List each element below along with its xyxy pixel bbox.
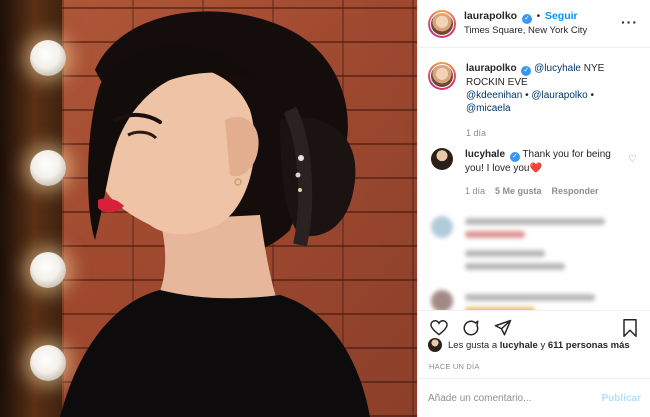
caption-time[interactable]: 1 día xyxy=(466,127,486,140)
reply-body: lucyhale ✓ Thank you for being you! I lo… xyxy=(465,148,625,198)
more-options-icon[interactable]: ··· xyxy=(621,14,638,30)
blurred-body xyxy=(465,290,625,310)
reply-author-avatar[interactable] xyxy=(431,148,453,170)
woman-profile-figure xyxy=(60,11,370,417)
comment-input[interactable] xyxy=(428,392,602,404)
caption-mention[interactable]: @laurapolko xyxy=(531,90,587,101)
reply-username[interactable]: lucyhale xyxy=(465,149,505,160)
caption-mention[interactable]: @micaela xyxy=(466,103,511,114)
author-info: laurapolko ✓ • Seguir Times Square, New … xyxy=(464,9,587,38)
verified-badge-icon: ✓ xyxy=(521,14,532,24)
reply-likes[interactable]: 5 Me gusta xyxy=(495,185,542,198)
liker-avatar[interactable] xyxy=(428,338,442,352)
caption-username[interactable]: laurapolko xyxy=(466,63,517,74)
author-username[interactable]: laurapolko xyxy=(464,10,517,22)
verified-badge-icon: ✓ xyxy=(521,66,532,76)
bookmark-icon[interactable] xyxy=(619,317,641,339)
like-heart-icon[interactable] xyxy=(428,317,450,339)
blurred-body xyxy=(465,216,625,276)
reply-comment: lucyhale ✓ Thank you for being you! I lo… xyxy=(428,148,641,198)
post-photo[interactable] xyxy=(0,0,417,417)
blurred-avatar xyxy=(431,290,453,310)
caption-mention[interactable]: @kdeenihan xyxy=(466,90,522,101)
post-timestamp[interactable]: HACE UN DÍA xyxy=(429,362,480,371)
likes-count[interactable]: 611 personas más xyxy=(548,340,630,351)
blurred-comment xyxy=(428,290,641,310)
caption-body: laurapolko ✓ @lucyhale NYE ROCKIN EVE @k… xyxy=(466,62,626,140)
separator-dot: • xyxy=(536,11,541,22)
verified-badge-icon: ✓ xyxy=(509,152,520,162)
caption-mention[interactable]: @lucyhale xyxy=(534,63,581,74)
likes-prefix: Les gusta a xyxy=(448,339,498,351)
author-avatar[interactable] xyxy=(428,9,456,38)
post-location[interactable]: Times Square, New York City xyxy=(464,24,587,38)
heart-emoji: ❤️ xyxy=(529,163,542,174)
like-comment-heart-icon[interactable]: ♡ xyxy=(628,154,637,165)
caption-comment: laurapolko ✓ @lucyhale NYE ROCKIN EVE @k… xyxy=(428,62,641,140)
post-header: laurapolko ✓ • Seguir Times Square, New … xyxy=(418,0,650,48)
likes-connector: y xyxy=(540,339,546,351)
comment-bubble-icon[interactable] xyxy=(460,317,482,339)
reply-time[interactable]: 1 día xyxy=(465,185,485,198)
reply-meta: 1 día 5 Me gusta Responder xyxy=(465,185,625,198)
caption-meta: 1 día xyxy=(466,127,626,140)
liker-username[interactable]: lucyhale xyxy=(500,340,538,351)
blurred-avatar xyxy=(431,216,453,238)
comments-section: laurapolko ✓ @lucyhale NYE ROCKIN EVE @k… xyxy=(418,48,650,310)
publish-button[interactable]: Publicar xyxy=(602,393,641,404)
share-send-icon[interactable] xyxy=(492,317,514,339)
likes-summary: Les gusta a lucyhale y 611 personas más xyxy=(428,338,630,352)
reply-button[interactable]: Responder xyxy=(552,185,599,198)
blurred-comment xyxy=(428,216,641,276)
post-side-panel: laurapolko ✓ • Seguir Times Square, New … xyxy=(417,0,650,417)
follow-button[interactable]: Seguir xyxy=(545,10,578,22)
add-comment-bar: Publicar xyxy=(418,378,650,417)
caption-author-avatar[interactable] xyxy=(428,62,456,90)
